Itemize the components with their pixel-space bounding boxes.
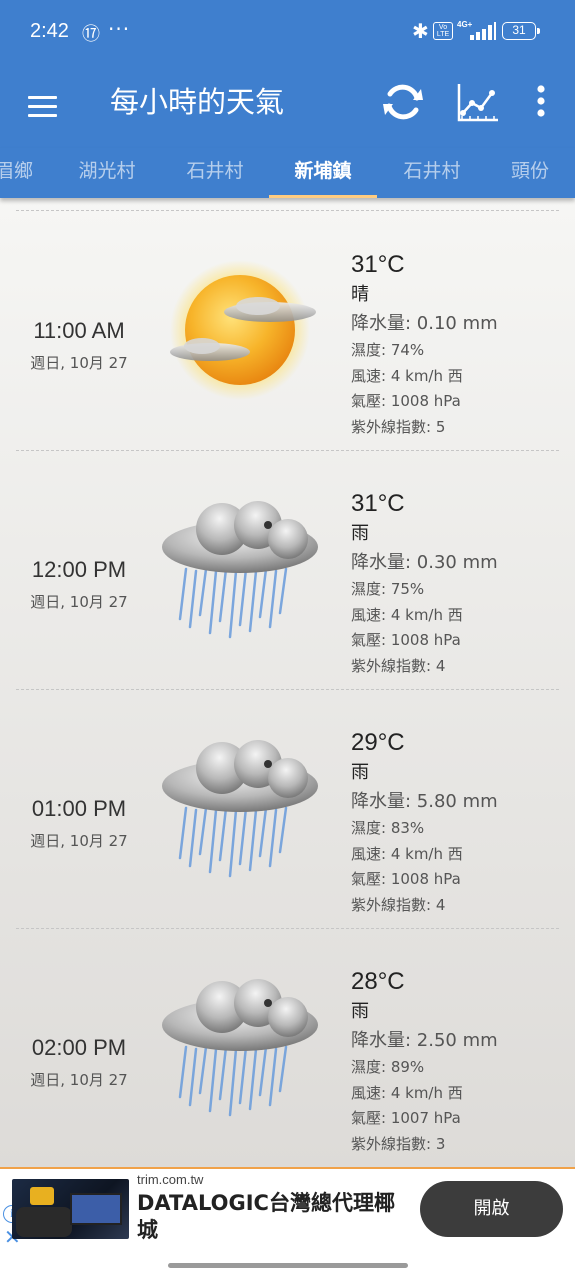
precipitation: 降水量: 0.10 mm bbox=[351, 313, 498, 334]
wind-speed: 風速: 4 km/h 西 bbox=[351, 1083, 463, 1102]
rain-icon bbox=[158, 977, 333, 1127]
app-bar: 每小時的天氣 bbox=[0, 64, 575, 148]
wind-speed: 風速: 4 km/h 西 bbox=[351, 844, 463, 863]
divider bbox=[16, 210, 559, 211]
ad-headline[interactable]: DATALOGIC台灣總代理椰城 bbox=[137, 1190, 407, 1244]
temperature: 28°C bbox=[351, 968, 405, 995]
rain-icon bbox=[158, 738, 333, 888]
pressure: 氣壓: 1008 hPa bbox=[351, 870, 461, 888]
status-bar: 2:42 ⑰ ··· ✱ Vo LTE 4G+ 31 bbox=[0, 0, 575, 64]
humidity: 濕度: 74% bbox=[351, 341, 425, 359]
humidity: 濕度: 89% bbox=[351, 1058, 425, 1076]
tab-location-6[interactable]: 頭份 bbox=[476, 148, 575, 198]
forecast-details: 28°C 雨 降水量: 2.50 mm 濕度: 89% 風速: 4 km/h 西… bbox=[351, 967, 566, 1157]
open-button[interactable]: 開啟 bbox=[420, 1181, 563, 1237]
ad-banner[interactable]: i ✕ trim.com.tw DATALOGIC台灣總代理椰城 開啟 bbox=[0, 1167, 575, 1253]
forecast-details: 31°C 晴 降水量: 0.10 mm 濕度: 74% 風速: 4 km/h 西… bbox=[351, 250, 566, 440]
humidity: 濕度: 83% bbox=[351, 819, 425, 837]
precipitation: 降水量: 2.50 mm bbox=[351, 1030, 498, 1051]
forecast-time: 01:00 PM bbox=[31, 796, 127, 821]
volte-icon: Vo LTE bbox=[433, 22, 453, 40]
temperature: 31°C bbox=[351, 490, 405, 517]
system-nav-bar bbox=[0, 1253, 575, 1280]
precipitation: 降水量: 0.30 mm bbox=[351, 552, 498, 573]
forecast-row[interactable]: 12:00 PM 週日, 10月 27 31°C 雨 降水量: 0.30 mm … bbox=[0, 451, 575, 690]
ad-domain: trim.com.tw bbox=[137, 1172, 204, 1187]
uv-index: 紫外線指數: 5 bbox=[351, 417, 446, 436]
pressure: 氣壓: 1008 hPa bbox=[351, 392, 461, 410]
precipitation: 降水量: 5.80 mm bbox=[351, 791, 498, 812]
condition: 晴 bbox=[351, 284, 369, 305]
sunny-icon bbox=[158, 260, 333, 410]
overflow-menu-icon[interactable] bbox=[515, 76, 567, 128]
wind-speed: 風速: 4 km/h 西 bbox=[351, 605, 463, 624]
menu-icon[interactable] bbox=[28, 86, 58, 126]
chart-icon[interactable] bbox=[452, 76, 504, 128]
condition: 雨 bbox=[351, 523, 369, 544]
page-title: 每小時的天氣 bbox=[110, 85, 285, 119]
forecast-date: 週日, 10月 27 bbox=[30, 1071, 128, 1089]
signal-strength-icon bbox=[470, 22, 496, 40]
status-time: 2:42 bbox=[30, 20, 69, 42]
forecast-row[interactable]: 01:00 PM 週日, 10月 27 29°C 雨 降水量: 5.80 mm … bbox=[0, 690, 575, 929]
home-indicator[interactable] bbox=[168, 1263, 408, 1268]
app-notification-icon: ⑰ bbox=[82, 24, 100, 45]
tab-location-5[interactable]: 石井村 bbox=[378, 148, 486, 198]
forecast-details: 29°C 雨 降水量: 5.80 mm 濕度: 83% 風速: 4 km/h 西… bbox=[351, 728, 566, 918]
pressure: 氣壓: 1007 hPa bbox=[351, 1109, 461, 1127]
temperature: 31°C bbox=[351, 251, 405, 278]
battery-icon: 31 bbox=[502, 22, 540, 40]
hourly-forecast-list[interactable]: 11:00 AM 週日, 10月 27 31°C 晴 降水量: 0.10 mm … bbox=[0, 198, 575, 1168]
wind-speed: 風速: 4 km/h 西 bbox=[351, 366, 463, 385]
tab-location-4[interactable]: 新埔鎮 bbox=[269, 148, 377, 198]
forecast-time: 11:00 AM bbox=[33, 318, 125, 343]
tab-location-2[interactable]: 湖光村 bbox=[53, 148, 161, 198]
pressure: 氣壓: 1008 hPa bbox=[351, 631, 461, 649]
uv-index: 紫外線指數: 3 bbox=[351, 1134, 446, 1153]
location-tabs: 眉鄉 湖光村 石井村 新埔鎮 石井村 頭份 bbox=[0, 148, 575, 198]
tab-location-3[interactable]: 石井村 bbox=[161, 148, 269, 198]
condition: 雨 bbox=[351, 1001, 369, 1022]
more-notifications-icon: ··· bbox=[108, 17, 131, 41]
forecast-time: 12:00 PM bbox=[31, 557, 127, 582]
forecast-date: 週日, 10月 27 bbox=[30, 593, 128, 611]
refresh-icon[interactable] bbox=[377, 76, 429, 128]
forecast-row[interactable]: 02:00 PM 週日, 10月 27 28°C 雨 降水量: 2.50 mm … bbox=[0, 929, 575, 1168]
forecast-time: 02:00 PM bbox=[31, 1035, 127, 1060]
uv-index: 紫外線指數: 4 bbox=[351, 895, 446, 914]
forecast-date: 週日, 10月 27 bbox=[30, 354, 128, 372]
rain-icon bbox=[158, 499, 333, 649]
forecast-date: 週日, 10月 27 bbox=[30, 832, 128, 850]
bluetooth-icon: ✱ bbox=[412, 19, 429, 43]
humidity: 濕度: 75% bbox=[351, 580, 425, 598]
temperature: 29°C bbox=[351, 729, 405, 756]
uv-index: 紫外線指數: 4 bbox=[351, 656, 446, 675]
forecast-details: 31°C 雨 降水量: 0.30 mm 濕度: 75% 風速: 4 km/h 西… bbox=[351, 489, 566, 679]
forecast-row[interactable]: 11:00 AM 週日, 10月 27 31°C 晴 降水量: 0.10 mm … bbox=[0, 212, 575, 451]
condition: 雨 bbox=[351, 762, 369, 783]
ad-image[interactable] bbox=[12, 1179, 129, 1239]
